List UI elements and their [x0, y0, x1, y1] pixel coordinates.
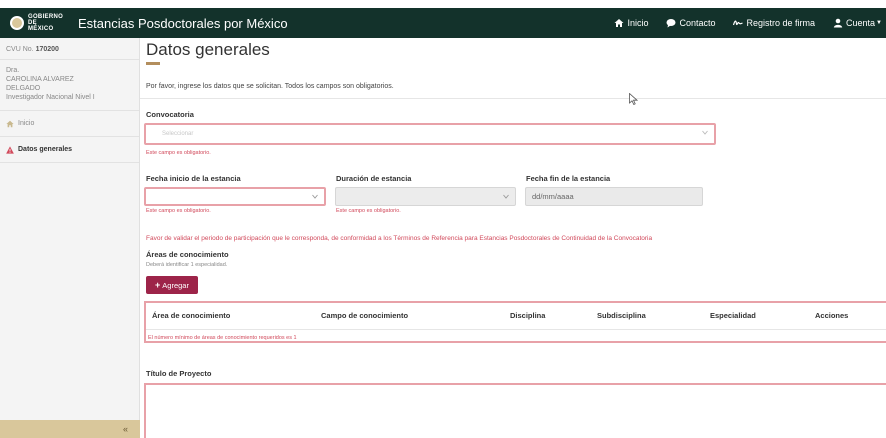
title-underline	[146, 62, 160, 65]
main-content: Datos generales Por favor, ingrese los d…	[140, 38, 886, 438]
nav-contacto[interactable]: Contacto	[666, 18, 715, 28]
user-info: Dra. CAROLINA ALVAREZ DELGADO Investigad…	[0, 60, 139, 111]
nav-registro-firma-label: Registro de firma	[746, 18, 816, 28]
chevron-down-icon	[503, 194, 509, 199]
warning-icon	[6, 145, 14, 154]
areas-label: Áreas de conocimiento	[146, 250, 229, 259]
signature-icon	[733, 20, 744, 26]
titulo-proyecto-textarea[interactable]	[144, 383, 886, 438]
sidebar-item-inicio[interactable]: Inicio	[0, 111, 139, 137]
titulo-proyecto-label: Título de Proyecto	[146, 369, 212, 378]
chat-bubble-icon	[666, 19, 676, 28]
col-subdisciplina: Subdisciplina	[597, 311, 646, 320]
periodo-warning: Favor de validar el periodo de participa…	[146, 235, 653, 242]
fecha-inicio-label: Fecha inicio de la estancia	[146, 174, 241, 183]
chevron-down-icon	[702, 130, 708, 135]
areas-sublabel: Deberá identificar 1 especialidad.	[146, 262, 228, 268]
nav-contacto-label: Contacto	[679, 18, 716, 28]
duracion-error: Este campo es obligatorio.	[336, 208, 401, 214]
col-area: Área de conocimiento	[152, 311, 231, 320]
sidebar: CVU No. 170200 Dra. CAROLINA ALVAREZ DEL…	[0, 38, 140, 438]
intro-text: Por favor, ingrese los datos que se soli…	[146, 83, 394, 90]
fecha-fin-label: Fecha fin de la estancia	[526, 174, 611, 183]
cvu-label: CVU No.	[6, 46, 34, 53]
fecha-fin-input[interactable]: dd/mm/aaaa	[525, 187, 703, 206]
table-header-divider	[146, 329, 886, 330]
home-icon	[6, 120, 14, 127]
caret-down-icon: ▼	[876, 20, 882, 26]
cvu-number: 170200	[35, 46, 59, 53]
sidebar-item-datos-generales[interactable]: Datos generales	[0, 137, 139, 163]
gobierno-logo[interactable]: GOBIERNO DE MÉXICO	[10, 14, 64, 32]
brand-title[interactable]: Estancias Posdoctorales por México	[78, 16, 288, 31]
add-area-button-label: Agregar	[162, 280, 189, 290]
add-area-button[interactable]: + Agregar	[146, 276, 198, 294]
fecha-inicio-select[interactable]	[144, 187, 326, 206]
user-title: Dra.	[6, 67, 20, 74]
screen: GOBIERNO DE MÉXICO Estancias Posdoctoral…	[0, 0, 886, 438]
convocatoria-label: Convocatoria	[146, 110, 194, 119]
areas-table: Área de conocimiento Campo de conocimien…	[144, 301, 886, 343]
cvu-info: CVU No. 170200	[0, 38, 139, 60]
areas-error: El número mínimo de áreas de conocimient…	[148, 335, 297, 341]
plus-icon: +	[155, 280, 161, 290]
col-acciones: Acciones	[815, 311, 849, 320]
top-nav: Inicio Contacto Registro de firma Cuenta…	[596, 8, 886, 38]
sidebar-collapse-button[interactable]: «	[0, 420, 140, 438]
convocatoria-select[interactable]: Seleccionar	[144, 123, 716, 145]
fecha-inicio-error: Este campo es obligatorio.	[146, 208, 211, 214]
user-name-line1: CAROLINA ALVAREZ	[6, 76, 74, 83]
col-campo: Campo de conocimiento	[321, 311, 409, 320]
home-icon	[614, 19, 624, 27]
nav-inicio[interactable]: Inicio	[614, 18, 648, 28]
divider	[140, 98, 886, 99]
col-disciplina: Disciplina	[510, 311, 546, 320]
duracion-label: Duración de estancia	[336, 174, 412, 183]
seal-icon	[10, 16, 24, 30]
chevron-down-icon	[312, 194, 318, 199]
user-name-line2: DELGADO	[6, 85, 41, 92]
logo-text: GOBIERNO DE MÉXICO	[28, 14, 64, 32]
page-title: Datos generales	[146, 40, 270, 59]
nav-registro-firma[interactable]: Registro de firma	[733, 18, 815, 28]
nav-cuenta-label: Cuenta	[846, 18, 876, 28]
mouse-cursor-icon	[629, 93, 638, 105]
convocatoria-error: Este campo es obligatorio.	[146, 150, 211, 156]
nav-inicio-label: Inicio	[627, 18, 649, 28]
top-navbar: GOBIERNO DE MÉXICO Estancias Posdoctoral…	[0, 8, 886, 38]
fecha-fin-placeholder: dd/mm/aaaa	[532, 192, 574, 201]
sidebar-item-label: Inicio	[18, 120, 35, 127]
sidebar-item-label: Datos generales	[18, 146, 73, 153]
convocatoria-placeholder: Seleccionar	[162, 131, 194, 137]
duracion-select[interactable]	[335, 187, 516, 206]
col-especialidad: Especialidad	[710, 311, 756, 320]
user-icon	[833, 18, 843, 28]
user-level: Investigador Nacional Nivel I	[6, 94, 95, 101]
double-chevron-left-icon: «	[122, 424, 128, 434]
nav-cuenta[interactable]: Cuenta ▼	[833, 18, 882, 28]
